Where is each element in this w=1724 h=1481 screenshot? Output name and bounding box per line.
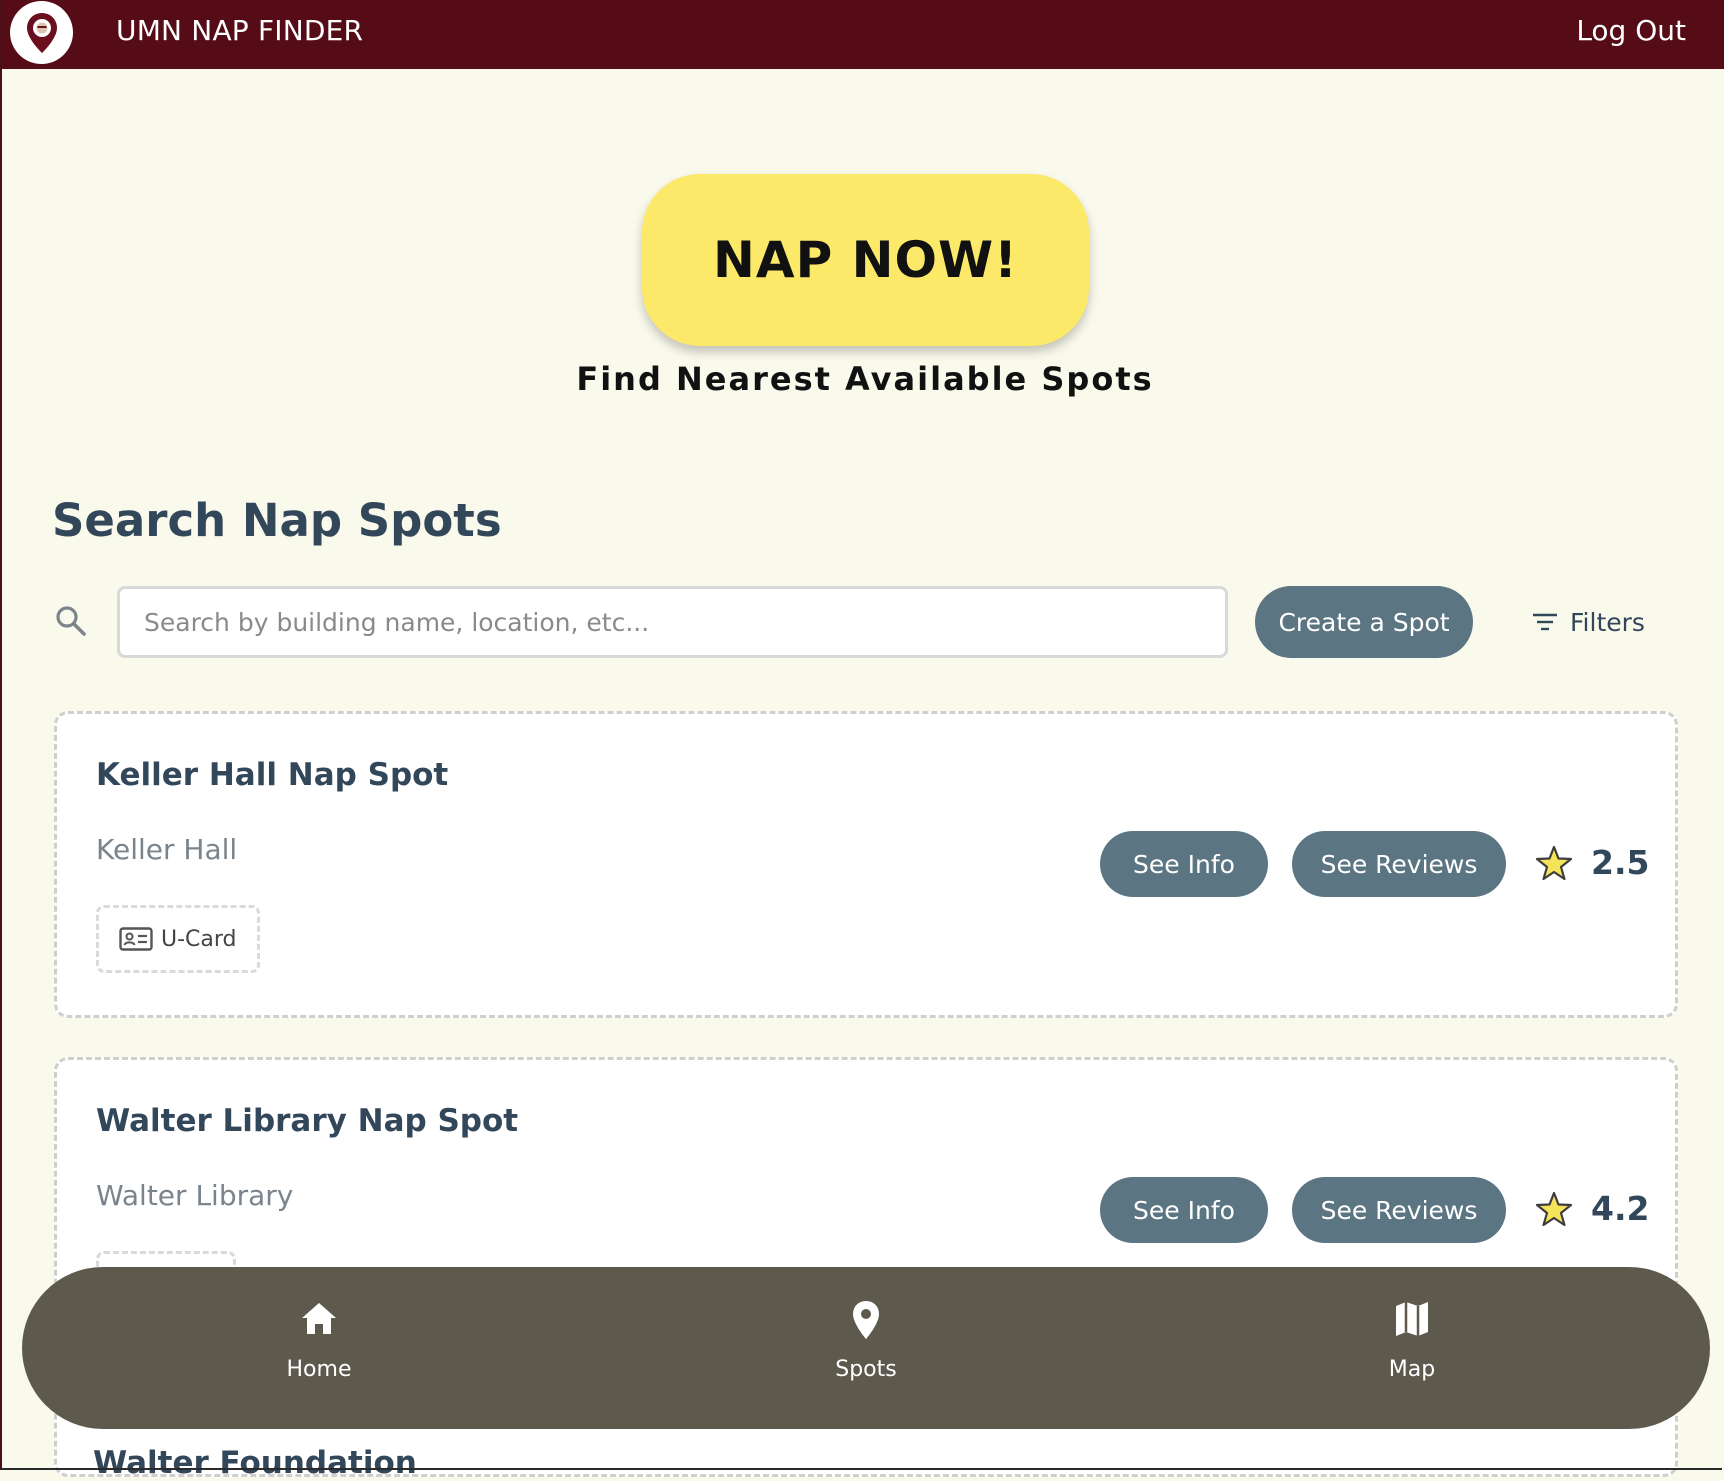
spot-title: Walter Library Nap Spot: [96, 1103, 519, 1139]
filter-icon: [1533, 613, 1557, 631]
see-info-button[interactable]: See Info: [1100, 1177, 1268, 1243]
nav-item-spots[interactable]: Spots: [796, 1299, 936, 1382]
app-logo[interactable]: [10, 1, 73, 64]
app-title: UMN NAP FINDER: [116, 14, 364, 47]
rating-value: 4.2: [1591, 1189, 1650, 1228]
see-info-button[interactable]: See Info: [1100, 831, 1268, 897]
bottom-nav: Home Spots Map: [22, 1267, 1710, 1429]
spot-building: Keller Hall: [96, 833, 238, 866]
nap-now-button[interactable]: NAP NOW!: [642, 174, 1089, 346]
spot-building: Walter Library: [96, 1179, 294, 1212]
amenity-tag: U-Card: [96, 905, 260, 973]
filters-button[interactable]: Filters: [1532, 604, 1645, 640]
spot-rating: 2.5: [1535, 843, 1649, 882]
star-icon: [1535, 1191, 1573, 1226]
nav-label-home: Home: [286, 1357, 352, 1382]
top-bar: UMN NAP FINDER Log Out: [0, 0, 1724, 69]
map-icon: [1396, 1302, 1428, 1336]
search-heading: Search Nap Spots: [52, 494, 502, 547]
spot-rating: 4.2: [1535, 1189, 1649, 1228]
search-icon: [56, 606, 86, 636]
star-icon: [1535, 845, 1573, 880]
spot-title: Walter Foundation: [93, 1445, 417, 1481]
rating-value: 2.5: [1591, 843, 1650, 882]
search-input[interactable]: [117, 586, 1228, 658]
filters-label: Filters: [1570, 607, 1645, 637]
nav-label-spots: Spots: [835, 1357, 897, 1382]
spot-card: Keller Hall Nap Spot Keller Hall U-Card …: [54, 711, 1678, 1018]
spot-title: Keller Hall Nap Spot: [96, 757, 449, 793]
amenity-tag-label: U-Card: [161, 926, 237, 952]
see-reviews-button[interactable]: See Reviews: [1292, 831, 1506, 897]
nav-label-map: Map: [1388, 1357, 1436, 1382]
nav-item-map[interactable]: Map: [1342, 1299, 1482, 1382]
map-pin-icon: [853, 1301, 879, 1339]
nav-item-home[interactable]: Home: [249, 1299, 389, 1382]
id-card-icon: [119, 927, 153, 951]
logout-link[interactable]: Log Out: [1576, 14, 1686, 48]
nap-now-subtitle: Find Nearest Available Spots: [576, 360, 1154, 398]
home-icon: [302, 1303, 336, 1334]
create-spot-button[interactable]: Create a Spot: [1255, 586, 1473, 658]
location-pin-logo-icon: [26, 12, 57, 53]
see-reviews-button[interactable]: See Reviews: [1292, 1177, 1506, 1243]
